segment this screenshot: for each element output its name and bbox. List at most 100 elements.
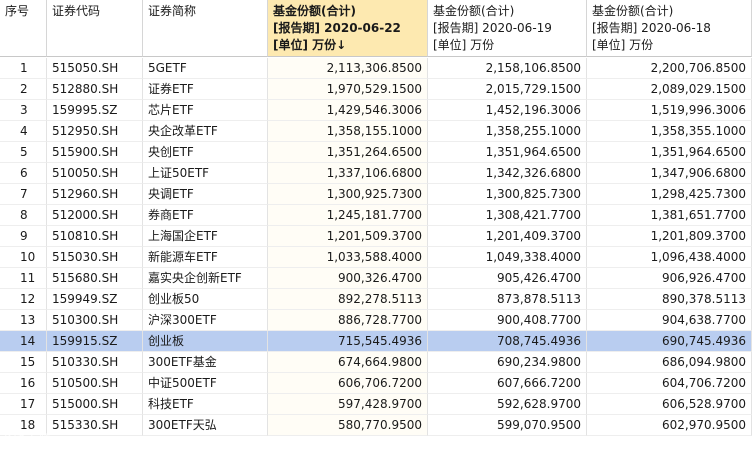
table-row[interactable]: 13 510300.SH 沪深300ETF 886,728.7700 900,408.7…: [0, 310, 752, 331]
header-shares-0619[interactable]: 基金份额(合计) [报告期] 2020-06-19 [单位] 万份: [428, 0, 587, 57]
table-row[interactable]: 4 512950.SH 央企改革ETF 1,358,155.1000 1,358,255…: [0, 121, 752, 142]
security-name-cell: 300ETF天弘: [143, 415, 268, 436]
row-index-cell: 10: [0, 247, 47, 268]
table-row[interactable]: 10 515030.SH 新能源车ETF 1,033,588.4000 1,049,33…: [0, 247, 752, 268]
shares-0618-cell: 2,089,029.1500: [587, 79, 752, 100]
data-grid: 序号 证券代码 证券简称 基金份额(合计) [报告期] 2020-06-22 […: [0, 0, 752, 453]
security-name-cell: 沪深300ETF: [143, 310, 268, 331]
shares-0622-cell: 1,033,588.4000: [268, 247, 428, 268]
shares-0618-cell: 1,381,651.7700: [587, 205, 752, 226]
shares-0622-cell: 1,429,546.3006: [268, 100, 428, 121]
shares-0619-cell: 1,358,255.1000: [428, 121, 587, 142]
row-index-cell: 2: [0, 79, 47, 100]
shares-0618-cell: 1,347,906.6800: [587, 163, 752, 184]
shares-0619-cell: 900,408.7700: [428, 310, 587, 331]
security-code-cell: 512880.SH: [47, 79, 143, 100]
table-row[interactable]: 17 515000.SH 科技ETF 597,428.9700 592,628.9700…: [0, 394, 752, 415]
shares-0618-cell: 2,200,706.8500: [587, 58, 752, 79]
shares-0622-cell: 1,970,529.1500: [268, 79, 428, 100]
table-row[interactable]: 16 510500.SH 中证500ETF 606,706.7200 607,666.7…: [0, 373, 752, 394]
shares-0619-cell: 1,201,409.3700: [428, 226, 587, 247]
security-name-cell: 300ETF基金: [143, 352, 268, 373]
security-name-cell: 央创ETF: [143, 142, 268, 163]
table-row[interactable]: 2 512880.SH 证券ETF 1,970,529.1500 2,015,729.1…: [0, 79, 752, 100]
table-row[interactable]: 12 159949.SZ 创业板50 892,278.5113 873,878.5113…: [0, 289, 752, 310]
shares-0622-cell: 1,201,509.3700: [268, 226, 428, 247]
shares-0619-cell: 1,300,825.7300: [428, 184, 587, 205]
shares-0622-cell: 715,545.4936: [268, 331, 428, 352]
shares-0618-cell: 602,970.9500: [587, 415, 752, 436]
table-row[interactable]: 9 510810.SH 上海国企ETF 1,201,509.3700 1,201,409…: [0, 226, 752, 247]
row-index-cell: 1: [0, 58, 47, 79]
shares-0619-cell: 1,342,326.6800: [428, 163, 587, 184]
header-code[interactable]: 证券代码: [47, 0, 143, 57]
shares-0622-cell: 900,326.4700: [268, 268, 428, 289]
shares-0618-cell: 1,298,425.7300: [587, 184, 752, 205]
security-name-cell: 上海国企ETF: [143, 226, 268, 247]
header-shares-0622-sorted[interactable]: 基金份额(合计) [报告期] 2020-06-22 [单位] 万份↓: [268, 0, 428, 57]
security-code-cell: 512000.SH: [47, 205, 143, 226]
table-row[interactable]: 18 515330.SH 300ETF天弘 580,770.9500 599,070.9…: [0, 415, 752, 436]
table-row[interactable]: 6 510050.SH 上证50ETF 1,337,106.6800 1,342,326…: [0, 163, 752, 184]
row-index-cell: 16: [0, 373, 47, 394]
shares-0618-cell: 604,706.7200: [587, 373, 752, 394]
shares-0618-cell: 1,358,355.1000: [587, 121, 752, 142]
security-code-cell: 510810.SH: [47, 226, 143, 247]
shares-0619-cell: 1,049,338.4000: [428, 247, 587, 268]
table-row[interactable]: 5 515900.SH 央创ETF 1,351,264.6500 1,351,964.6…: [0, 142, 752, 163]
shares-0622-cell: 1,245,181.7700: [268, 205, 428, 226]
shares-0619-cell: 905,426.4700: [428, 268, 587, 289]
shares-0618-cell: 606,528.9700: [587, 394, 752, 415]
security-name-cell: 5GETF: [143, 58, 268, 79]
table-row[interactable]: 1 515050.SH 5GETF 2,113,306.8500 2,158,106.8…: [0, 58, 752, 79]
security-code-cell: 159995.SZ: [47, 100, 143, 121]
shares-0622-cell: 606,706.7200: [268, 373, 428, 394]
table-row[interactable]: 15 510330.SH 300ETF基金 674,664.9800 690,234.9…: [0, 352, 752, 373]
shares-0618-cell: 690,745.4936: [587, 331, 752, 352]
shares-0619-cell: 1,351,964.6500: [428, 142, 587, 163]
row-index-cell: 8: [0, 205, 47, 226]
shares-0619-cell: 873,878.5113: [428, 289, 587, 310]
security-code-cell: 159949.SZ: [47, 289, 143, 310]
security-code-cell: 515900.SH: [47, 142, 143, 163]
header-index[interactable]: 序号: [0, 0, 47, 57]
security-name-cell: 创业板50: [143, 289, 268, 310]
shares-0618-cell: 1,201,809.3700: [587, 226, 752, 247]
security-code-cell: 515030.SH: [47, 247, 143, 268]
shares-0622-cell: 2,113,306.8500: [268, 58, 428, 79]
table-row[interactable]: 7 512960.SH 央调ETF 1,300,925.7300 1,300,825.7…: [0, 184, 752, 205]
security-name-cell: 券商ETF: [143, 205, 268, 226]
row-index-cell: 9: [0, 226, 47, 247]
row-index-cell: 11: [0, 268, 47, 289]
shares-0622-cell: 597,428.9700: [268, 394, 428, 415]
shares-0618-cell: 890,378.5113: [587, 289, 752, 310]
security-name-cell: 科技ETF: [143, 394, 268, 415]
shares-0618-cell: 686,094.9800: [587, 352, 752, 373]
shares-0619-cell: 690,234.9800: [428, 352, 587, 373]
security-name-cell: 上证50ETF: [143, 163, 268, 184]
security-code-cell: 510050.SH: [47, 163, 143, 184]
shares-0618-cell: 904,638.7700: [587, 310, 752, 331]
row-index-cell: 3: [0, 100, 47, 121]
shares-0619-cell: 1,308,421.7700: [428, 205, 587, 226]
shares-0618-cell: 1,519,996.3006: [587, 100, 752, 121]
shares-0622-cell: 892,278.5113: [268, 289, 428, 310]
security-code-cell: 515050.SH: [47, 58, 143, 79]
header-name[interactable]: 证券简称: [143, 0, 268, 57]
header-shares-0618[interactable]: 基金份额(合计) [报告期] 2020-06-18 [单位] 万份: [587, 0, 752, 57]
shares-0619-cell: 1,452,196.3006: [428, 100, 587, 121]
table-row[interactable]: 3 159995.SZ 芯片ETF 1,429,546.3006 1,452,196.3…: [0, 100, 752, 121]
shares-0622-cell: 580,770.9500: [268, 415, 428, 436]
shares-0619-cell: 607,666.7200: [428, 373, 587, 394]
shares-0619-cell: 2,158,106.8500: [428, 58, 587, 79]
shares-0622-cell: 1,337,106.6800: [268, 163, 428, 184]
table-row[interactable]: 14 159915.SZ 创业板 715,545.4936 708,745.4936 69…: [0, 331, 752, 352]
table-row[interactable]: 11 515680.SH 嘉实央企创新ETF 900,326.4700 905,426.…: [0, 268, 752, 289]
row-index-cell: 14: [0, 331, 47, 352]
table-row[interactable]: 8 512000.SH 券商ETF 1,245,181.7700 1,308,421.7…: [0, 205, 752, 226]
shares-0619-cell: 592,628.9700: [428, 394, 587, 415]
security-code-cell: 515680.SH: [47, 268, 143, 289]
shares-0619-cell: 599,070.9500: [428, 415, 587, 436]
shares-0619-cell: 2,015,729.1500: [428, 79, 587, 100]
shares-0618-cell: 1,096,438.4000: [587, 247, 752, 268]
